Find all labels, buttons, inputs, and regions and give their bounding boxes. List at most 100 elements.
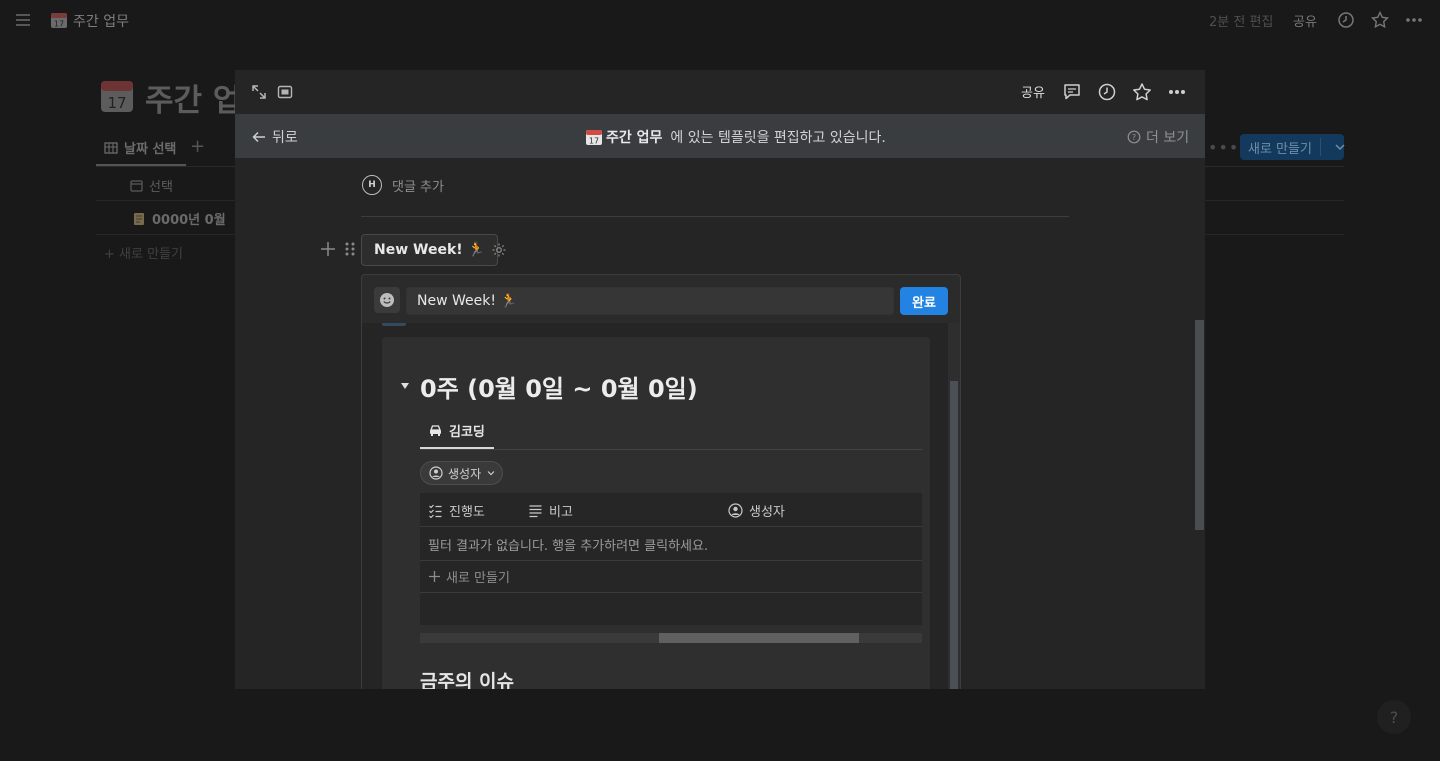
memo-emoji-icon (134, 212, 144, 225)
table-header: 진행도 비고 생성자 (420, 493, 922, 527)
svg-text:17: 17 (107, 94, 126, 112)
editor-vertical-scrollbar[interactable] (948, 323, 960, 689)
table-row[interactable]: 0000년 0월 (132, 209, 226, 228)
row-title: 0000년 0월 (152, 213, 226, 228)
creator-filter-chip[interactable]: 생성자 (420, 461, 504, 485)
editor-header: 완료 (362, 275, 960, 323)
favorite-star-icon[interactable] (1132, 82, 1152, 102)
chevron-down-icon (487, 471, 495, 476)
new-button[interactable]: 새로 만들기 (1240, 134, 1345, 160)
tab-kimcoding[interactable]: 김코딩 (428, 421, 485, 440)
person-circle-icon (429, 466, 443, 480)
button-separator (1320, 138, 1321, 156)
column-header-label: 선택 (149, 180, 173, 195)
checklist-icon (429, 504, 442, 518)
more-options-icon[interactable] (1405, 11, 1423, 29)
background-topbar: 17 주간 업무 2분 전 편집 공유 (0, 0, 1440, 40)
modal-scrollbar-thumb[interactable] (1195, 320, 1204, 530)
preview-top-marker (382, 323, 406, 326)
template-editing-bar: 뒤로 17 주간 업무 에 있는 템플릿을 편집하고 있습니다. ? 더 보기 (235, 114, 1205, 158)
comment-icon[interactable] (1062, 82, 1082, 102)
gear-icon[interactable] (491, 242, 507, 258)
page-title: 주간 업 (145, 83, 235, 119)
editor-scrollbar-thumb[interactable] (950, 381, 958, 689)
view-options-icon[interactable]: ••• (1208, 138, 1239, 157)
divider (361, 216, 1069, 217)
page-calendar-emoji-icon: 17 (99, 78, 135, 114)
section-heading[interactable]: 금주의 이슈 (420, 667, 514, 689)
share-button[interactable]: 공유 (1293, 11, 1317, 30)
chevron-down-icon[interactable] (1325, 138, 1345, 156)
column-header-creator[interactable]: 생성자 (728, 501, 785, 520)
smile-icon (380, 293, 394, 307)
template-message-text: 에 있는 템플릿을 편집하고 있습니다. (670, 130, 886, 146)
history-icon[interactable] (1337, 11, 1355, 29)
emoji-picker-button[interactable] (374, 287, 400, 313)
page-content: H 댓글 추가 New Week! 🏃 완료 (235, 158, 1195, 689)
column-label: 생성자 (749, 505, 785, 520)
column-header-progress[interactable]: 진행도 (428, 501, 485, 520)
history-icon[interactable] (1097, 82, 1117, 102)
share-button[interactable]: 공유 (1021, 82, 1045, 101)
template-editing-message: 17 주간 업무 에 있는 템플릿을 편집하고 있습니다. (585, 127, 886, 147)
add-view-icon[interactable]: + (190, 136, 205, 157)
template-preview-area[interactable]: 0주 (0월 0일 ~ 0월 0일) 김코딩 생성자 진행도 비고 생성자 필터… (362, 323, 948, 689)
new-button-label: 새로 만들기 (1248, 141, 1312, 157)
new-row-label: 새로 만들기 (119, 247, 183, 262)
help-circle-icon: ? (1127, 130, 1141, 144)
learn-more-link[interactable]: ? 더 보기 (1127, 127, 1189, 147)
breadcrumb-page-title[interactable]: 주간 업무 (73, 11, 129, 31)
expand-icon[interactable] (250, 83, 268, 101)
learn-more-label: 더 보기 (1146, 130, 1190, 146)
peek-mode-icon[interactable] (276, 83, 294, 101)
column-label: 비고 (549, 505, 573, 520)
plus-icon (429, 571, 440, 582)
person-circle-icon (728, 503, 743, 518)
calendar-emoji-icon: 17 (586, 130, 602, 146)
page-peek-modal: 공유 뒤로 17 주간 업무 에 있는 템플릿을 편집하고 있습니다. ? 더 … (235, 70, 1205, 689)
empty-filter-message-row[interactable]: 필터 결과가 없습니다. 행을 추가하려면 클릭하세요. (420, 527, 922, 561)
tab-date-select[interactable]: 날짜 선택 (104, 138, 176, 157)
calendar-icon (130, 180, 143, 192)
template-button[interactable]: New Week! 🏃 (361, 234, 498, 266)
calendar-emoji-icon: 17 (50, 11, 68, 29)
favorite-star-icon[interactable] (1371, 11, 1389, 29)
toggle-heading[interactable]: 0주 (0월 0일 ~ 0월 0일) (420, 369, 698, 404)
avatar: H (362, 175, 382, 195)
add-comment-placeholder: 댓글 추가 (392, 179, 444, 195)
arrow-left-icon (252, 131, 265, 143)
svg-text:17: 17 (54, 20, 64, 29)
new-row-button[interactable]: 새로 만들기 (420, 561, 922, 593)
toggle-triangle-icon[interactable] (400, 381, 410, 391)
column-header-select[interactable]: 선택 (130, 176, 173, 195)
table-view-icon (104, 141, 118, 154)
svg-text:17: 17 (589, 137, 599, 146)
more-options-icon[interactable] (1167, 82, 1187, 102)
back-button[interactable]: 뒤로 (251, 127, 298, 147)
tab-label: 날짜 선택 (124, 142, 177, 157)
modal-topbar: 공유 (235, 70, 1205, 114)
template-button-editor: 완료 0주 (0월 0일 ~ 0월 0일) 김코딩 (361, 274, 961, 689)
button-name-input[interactable] (406, 287, 894, 315)
drag-handle-icon[interactable] (343, 240, 357, 258)
horizontal-scrollbar-thumb[interactable] (659, 633, 859, 643)
svg-text:?: ? (1132, 133, 1136, 142)
car-icon (430, 425, 441, 436)
column-label: 진행도 (449, 505, 485, 520)
tab-label: 김코딩 (449, 425, 485, 440)
new-row-label: 새로 만들기 (446, 571, 510, 586)
divider (420, 449, 922, 450)
help-button[interactable]: ? (1377, 700, 1411, 734)
filter-label: 생성자 (448, 466, 482, 481)
text-lines-icon (529, 505, 542, 518)
column-header-note[interactable]: 비고 (528, 501, 573, 520)
add-comment-row[interactable]: H 댓글 추가 (362, 175, 444, 195)
back-label: 뒤로 (272, 130, 298, 146)
sidebar-menu-icon[interactable] (14, 11, 32, 29)
template-page-name[interactable]: 주간 업무 (606, 127, 662, 147)
table-footer-row (420, 593, 922, 625)
done-button[interactable]: 완료 (900, 287, 948, 315)
last-edited-label: 2분 전 편집 (1209, 15, 1274, 30)
add-block-icon[interactable] (319, 240, 337, 258)
new-row-button[interactable]: + 새로 만들기 (104, 243, 183, 262)
